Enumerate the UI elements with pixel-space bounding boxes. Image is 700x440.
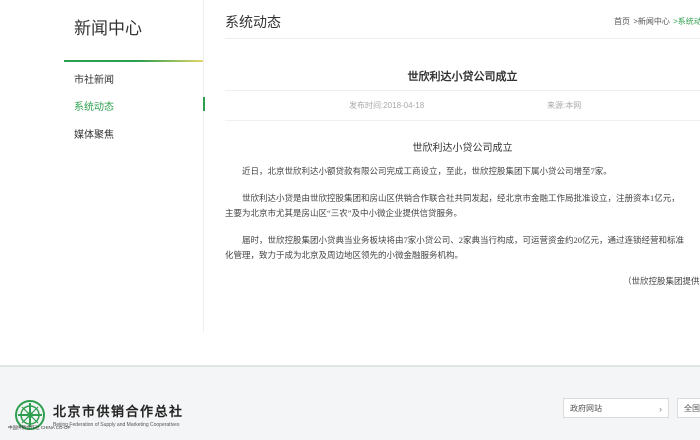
- breadcrumb: 首页 >新闻中心 >系统动态: [614, 16, 700, 27]
- sidebar-title: 新闻中心: [74, 19, 142, 38]
- article-subtitle: 世欣利达小贷公司成立: [412, 143, 513, 154]
- org-name-cn: 北京市供销合作总社: [53, 404, 184, 419]
- national-select[interactable]: 全国: [677, 398, 700, 418]
- page-title: 系统动态: [225, 14, 281, 30]
- article-note: （世欣控股集团提供）: [623, 276, 700, 286]
- gov-site-label: 政府网站: [570, 404, 602, 413]
- main-content: 系统动态 首页 >新闻中心 >系统动态 世欣利达小贷公司成立 发布时间:2018…: [225, 0, 700, 332]
- national-label: 全国: [684, 404, 700, 413]
- article-source: 来源:本网: [547, 101, 582, 110]
- gov-site-select[interactable]: 政府网站 ›: [563, 398, 669, 418]
- sidebar-item-system-news[interactable]: 系统动态: [74, 98, 114, 113]
- breadcrumb-current: >系统动态: [673, 17, 700, 26]
- paragraph-3b: 化管理，致力于成为北京及周边地区领先的小微金融服务机构。: [225, 250, 464, 260]
- publish-time: 发布时间:2018-04-18: [349, 101, 425, 110]
- footer: 中国供销合作社 CHINA CO-OP 北京市供销合作总社 Beijing Fe…: [0, 365, 700, 440]
- meta-divider-bottom: [225, 120, 700, 121]
- breadcrumb-home[interactable]: 首页: [614, 17, 630, 26]
- chevron-right-icon: ›: [659, 404, 662, 414]
- article-title: 世欣利达小贷公司成立: [407, 71, 518, 83]
- sidebar-item-city-news[interactable]: 市社新闻: [74, 71, 114, 86]
- paragraph-2a: 世欣利达小贷是由世欣控股集团和房山区供销合作联合社共同发起，经北京市金融工作局批…: [242, 193, 680, 203]
- breadcrumb-news-center[interactable]: >新闻中心: [631, 17, 670, 26]
- org-name-en: Beijing Federation of Supply and Marketi…: [53, 422, 180, 428]
- sidebar: 新闻中心 市社新闻 系统动态 媒体聚焦: [64, 0, 205, 332]
- sidebar-item-media[interactable]: 媒体聚焦: [74, 126, 114, 141]
- meta-divider-top: [225, 90, 700, 91]
- title-divider: [225, 38, 700, 39]
- paragraph-1: 近日，北京世欣利达小额贷款有限公司完成工商设立，至此，世欣控股集团下属小贷公司增…: [242, 166, 612, 176]
- sidebar-divider: [64, 60, 203, 62]
- paragraph-3a: 届时，世欣控股集团小贷典当业务板块将由7家小贷公司、2家典当行构成，可运营资金约…: [242, 235, 685, 245]
- paragraph-2b: 主要为北京市尤其是房山区“三农”及中小微企业提供信贷服务。: [225, 208, 463, 218]
- active-indicator: [203, 97, 205, 111]
